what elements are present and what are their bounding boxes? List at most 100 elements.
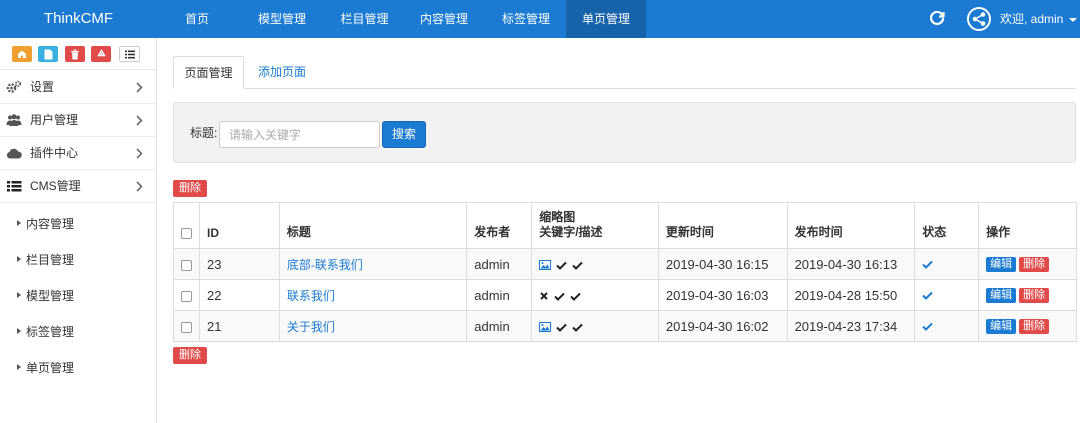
top-navbar: ThinkCMF 首页 模型管理 栏目管理 内容管理 标签管理 单页管理 欢迎,… <box>0 0 1080 38</box>
cell-flags <box>531 279 659 311</box>
tab-add-page[interactable]: 添加页面 <box>252 56 312 89</box>
sidebar-subitem-categories[interactable]: 栏目管理 <box>0 242 157 278</box>
user-greeting: 欢迎, admin <box>1000 12 1064 26</box>
page-title-link[interactable]: 底部-联系我们 <box>287 258 363 272</box>
row-checkbox[interactable] <box>181 290 192 302</box>
list-icon <box>124 50 135 58</box>
column-header-published[interactable]: 发布时间 <box>786 202 916 249</box>
share-avatar-icon <box>972 12 986 26</box>
image-icon[interactable] <box>539 322 552 333</box>
bulk-delete-button-bottom[interactable]: 删除 <box>173 347 207 364</box>
cell-published: 2019-04-30 16:13 <box>786 248 916 280</box>
shortcut-file[interactable] <box>38 46 58 62</box>
column-header-status: 状态 <box>914 202 980 249</box>
recycle-icon <box>96 48 106 56</box>
select-all-cell <box>173 202 200 249</box>
cell-updated: 2019-04-30 16:15 <box>657 248 788 280</box>
column-header-id[interactable]: ID <box>199 202 280 249</box>
check-icon <box>556 261 567 270</box>
table-row: 22 联系我们 admin 2019-04-30 16:03 2019-04-2… <box>173 279 1077 311</box>
tab-divider <box>173 88 1076 89</box>
caret-right-icon <box>17 220 21 226</box>
column-header-keywords: 关键字/描述 <box>539 225 603 239</box>
pages-table: ID 标题 发布者 缩略图 关键字/描述 更新时间 发布时间 状态 操作 23 … <box>173 202 1077 342</box>
cell-flags <box>531 248 659 280</box>
keyword-search-input[interactable] <box>219 121 380 148</box>
column-header-ops: 操作 <box>978 202 1077 249</box>
column-header-updated[interactable]: 更新时间 <box>657 202 788 249</box>
chevron-right-icon <box>136 82 143 93</box>
row-checkbox[interactable] <box>181 259 192 271</box>
cell-title: 关于我们 <box>278 310 468 342</box>
cell-status <box>914 248 980 280</box>
sidebar-subitem-models[interactable]: 模型管理 <box>0 278 157 314</box>
nav-item-categories[interactable]: 栏目管理 <box>327 0 402 38</box>
bulk-delete-button-top[interactable]: 删除 <box>173 180 207 197</box>
sidebar-subitem-label: 内容管理 <box>26 217 75 231</box>
status-check-icon <box>922 322 934 331</box>
title-filter-label: 标题: <box>190 126 218 140</box>
edit-button[interactable]: 编辑 <box>986 319 1017 335</box>
check-icon <box>572 323 583 332</box>
table-header-row: ID 标题 发布者 缩略图 关键字/描述 更新时间 发布时间 状态 操作 <box>173 202 1077 249</box>
sidebar-subitem-content[interactable]: 内容管理 <box>0 206 157 242</box>
shortcut-list[interactable] <box>119 46 140 62</box>
cell-published: 2019-04-23 17:34 <box>786 310 916 342</box>
shortcut-home[interactable] <box>12 46 32 62</box>
table-row: 21 关于我们 admin 2019-04-30 16:02 2019-04-2… <box>173 310 1077 342</box>
chevron-right-icon <box>136 148 143 159</box>
chevron-right-icon <box>136 115 143 126</box>
refresh-icon[interactable] <box>929 11 945 27</box>
sidebar-subitem-pages[interactable]: 单页管理 <box>0 350 157 386</box>
cell-id: 21 <box>199 310 280 342</box>
cell-ops: 编辑 删除 <box>978 310 1077 342</box>
brand-logo[interactable]: ThinkCMF <box>0 0 157 38</box>
delete-button[interactable]: 删除 <box>1019 319 1050 335</box>
status-check-icon <box>922 291 934 300</box>
sidebar: 设置 用户管理 插件中心 CMS管理 内容管理 栏目管理 模型管理 标签管理 单… <box>0 38 157 423</box>
sidebar-item-cms[interactable]: CMS管理 <box>0 170 157 203</box>
edit-button[interactable]: 编辑 <box>986 257 1017 273</box>
column-header-title: 标题 <box>278 202 468 249</box>
select-all-checkbox[interactable] <box>181 228 192 240</box>
nav-item-tags[interactable]: 标签管理 <box>486 0 566 38</box>
nav-item-content[interactable]: 内容管理 <box>402 0 486 38</box>
nav-item-models[interactable]: 模型管理 <box>237 0 327 38</box>
cogs-icon <box>6 80 22 93</box>
sidebar-subitem-label: 模型管理 <box>26 289 75 303</box>
edit-button[interactable]: 编辑 <box>986 288 1017 304</box>
shortcut-trash[interactable] <box>65 46 85 62</box>
search-button[interactable]: 搜索 <box>382 121 426 148</box>
sidebar-item-users[interactable]: 用户管理 <box>0 104 157 137</box>
delete-button[interactable]: 删除 <box>1019 288 1050 304</box>
cell-id: 22 <box>199 279 280 311</box>
cell-flags <box>531 310 659 342</box>
tab-page-list[interactable]: 页面管理 <box>173 56 244 89</box>
nav-item-pages[interactable]: 单页管理 <box>566 0 646 38</box>
sidebar-subitem-label: 栏目管理 <box>26 253 75 267</box>
column-header-thumb: 缩略图 <box>539 210 576 224</box>
user-avatar[interactable] <box>967 7 991 31</box>
cell-updated: 2019-04-30 16:03 <box>657 279 788 311</box>
cell-title: 底部-联系我们 <box>278 248 468 280</box>
users-icon <box>6 114 22 126</box>
shortcut-recycle[interactable] <box>91 46 111 62</box>
trash-icon <box>71 49 79 59</box>
user-menu[interactable]: 欢迎, admin <box>1000 0 1077 38</box>
nav-item-home[interactable]: 首页 <box>157 0 237 38</box>
cell-title: 联系我们 <box>278 279 468 311</box>
home-icon <box>18 50 26 58</box>
check-icon <box>570 292 581 301</box>
delete-button[interactable]: 删除 <box>1019 257 1050 273</box>
row-select-cell <box>173 279 200 311</box>
image-icon[interactable] <box>539 260 552 271</box>
sidebar-subitem-tags[interactable]: 标签管理 <box>0 314 157 350</box>
page-title-link[interactable]: 关于我们 <box>287 320 335 334</box>
row-select-cell <box>173 248 200 280</box>
sidebar-item-settings[interactable]: 设置 <box>0 71 157 104</box>
page-title-link[interactable]: 联系我们 <box>287 289 335 303</box>
column-header-thumb-keywords: 缩略图 关键字/描述 <box>531 202 659 249</box>
sidebar-item-plugins[interactable]: 插件中心 <box>0 137 157 170</box>
row-checkbox[interactable] <box>181 321 192 333</box>
caret-right-icon <box>17 256 21 262</box>
